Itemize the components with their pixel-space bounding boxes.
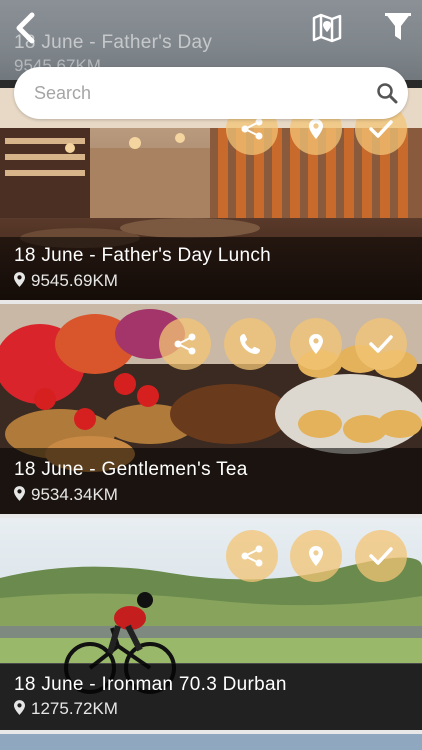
event-card[interactable]: 18 June - Father's Day Lunch 9545.69KM bbox=[0, 88, 422, 303]
share-icon bbox=[241, 118, 263, 140]
map-view-button[interactable] bbox=[310, 10, 344, 44]
event-card-partial[interactable] bbox=[0, 734, 422, 750]
event-distance-value: 1275.72KM bbox=[31, 699, 118, 718]
back-button[interactable] bbox=[8, 10, 42, 46]
share-button[interactable] bbox=[226, 530, 278, 582]
share-icon bbox=[174, 333, 196, 355]
search-bar[interactable] bbox=[14, 67, 408, 119]
event-distance: 9545.69KM bbox=[14, 271, 118, 291]
location-button[interactable] bbox=[290, 318, 342, 370]
location-button[interactable] bbox=[290, 530, 342, 582]
chevron-left-icon bbox=[16, 12, 35, 44]
filter-button[interactable] bbox=[383, 10, 413, 44]
event-card[interactable]: 18 June - Ironman 70.3 Durban 1275.72KM bbox=[0, 518, 422, 730]
check-icon bbox=[369, 335, 393, 353]
event-card[interactable]: 18 June - Gentlemen's Tea 9534.34KM bbox=[0, 304, 422, 514]
map-icon bbox=[312, 13, 342, 43]
event-distance: 9534.34KM bbox=[14, 485, 118, 505]
share-button[interactable] bbox=[159, 318, 211, 370]
location-pin-icon bbox=[309, 119, 323, 139]
location-pin-icon bbox=[14, 700, 25, 715]
phone-icon bbox=[240, 334, 260, 354]
location-pin-icon bbox=[309, 334, 323, 354]
ghost-event-title: 18 June - Father's Day bbox=[14, 32, 213, 53]
check-icon bbox=[369, 547, 393, 565]
location-pin-icon bbox=[14, 272, 25, 287]
location-pin-icon bbox=[309, 546, 323, 566]
event-distance: 1275.72KM bbox=[14, 699, 118, 719]
attend-button[interactable] bbox=[355, 318, 407, 370]
check-icon bbox=[369, 120, 393, 138]
funnel-icon bbox=[385, 13, 411, 40]
event-distance-value: 9534.34KM bbox=[31, 485, 118, 504]
search-input[interactable] bbox=[34, 67, 354, 119]
location-pin-icon bbox=[14, 486, 25, 501]
event-title: 18 June - Ironman 70.3 Durban bbox=[14, 674, 287, 695]
event-title: 18 June - Gentlemen's Tea bbox=[14, 459, 248, 480]
attend-button[interactable] bbox=[355, 530, 407, 582]
search-icon[interactable] bbox=[376, 82, 398, 104]
events-screen: 18 June - Father's Day Lunch 9545.69KM 1… bbox=[0, 0, 422, 750]
share-icon bbox=[241, 545, 263, 567]
event-distance-value: 9545.69KM bbox=[31, 271, 118, 290]
event-title: 18 June - Father's Day Lunch bbox=[14, 245, 272, 266]
call-button[interactable] bbox=[224, 318, 276, 370]
